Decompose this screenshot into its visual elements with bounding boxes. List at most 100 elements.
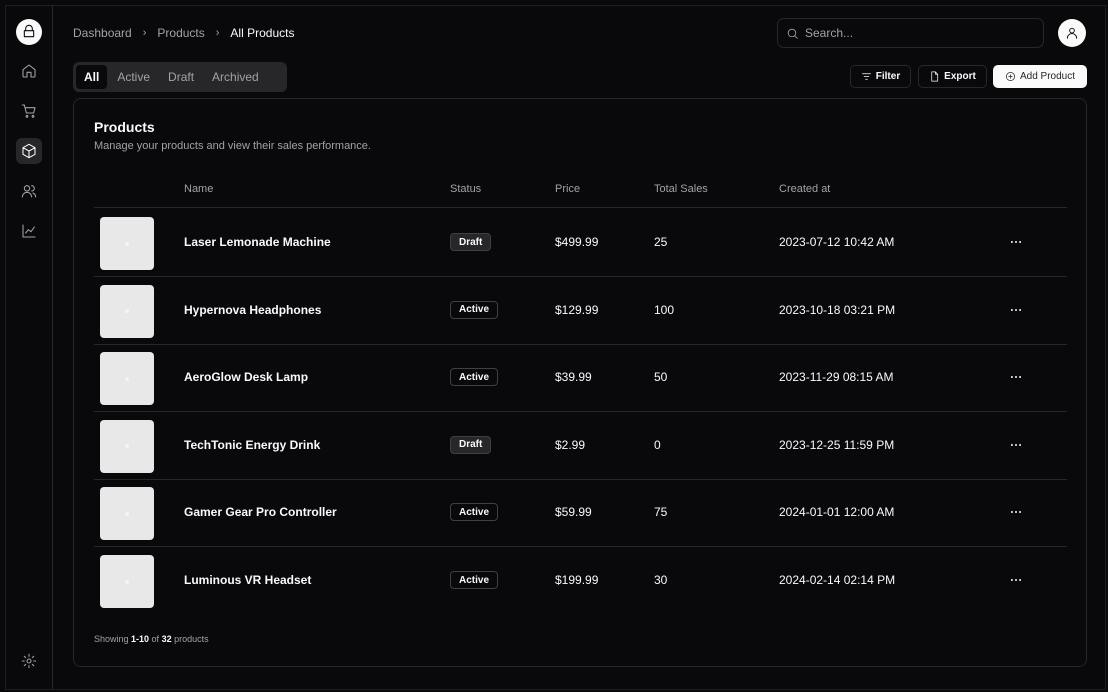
tab-archived[interactable]: Archived: [204, 65, 267, 89]
table-row[interactable]: Laser Lemonade Machine Draft $499.99 25 2023…: [94, 209, 1067, 277]
product-created-at: 2023-12-25 11:59 PM: [779, 437, 895, 452]
image-placeholder-icon: [124, 578, 130, 585]
status-badge: Active: [450, 571, 499, 589]
footer-suffix: products: [171, 634, 209, 644]
export-button[interactable]: Export: [918, 65, 987, 88]
footer-range: 1-10: [131, 634, 150, 644]
pagination-info: Showing 1-10 of 32 products: [94, 634, 209, 644]
breadcrumb: Dashboard › Products › All Products: [73, 26, 294, 40]
column-status: Status: [450, 183, 482, 195]
export-label: Export: [944, 71, 976, 82]
image-placeholder-icon: [124, 308, 130, 314]
search-input[interactable]: [805, 26, 1025, 40]
nav-users-icon[interactable]: [16, 178, 42, 204]
add-product-button[interactable]: Add Product: [993, 65, 1087, 88]
status-badge: Draft: [450, 435, 492, 454]
product-image: [100, 217, 154, 270]
product-image: [100, 352, 154, 406]
table-row[interactable]: TechTonic Energy Drink Draft $2.99 0 2023-12…: [94, 412, 1067, 480]
chevron-right-icon: ›: [215, 27, 220, 39]
image-placeholder-icon: [124, 511, 130, 517]
table-row[interactable]: Gamer Gear Pro Controller Active $59.99 75 2…: [94, 479, 1067, 548]
file-icon: [931, 71, 939, 82]
more-horizontal-icon[interactable]: [1007, 436, 1025, 454]
product-created-at: 2023-11-29 08:15 AM: [779, 370, 894, 385]
product-name: TechTonic Energy Drink: [184, 437, 321, 452]
product-image: [100, 419, 154, 473]
breadcrumb-dashboard[interactable]: Dashboard: [73, 26, 132, 40]
status-badge: Active: [450, 368, 499, 387]
filter-icon: [861, 73, 871, 80]
status-tabs: All Active Draft Archived: [73, 62, 287, 92]
product-created-at: 2023-07-12 10:42 AM: [779, 235, 895, 249]
image-placeholder-icon: [124, 375, 130, 382]
column-name: Name: [184, 183, 214, 195]
product-image: [100, 487, 154, 541]
breadcrumb-all-products: All Products: [230, 26, 295, 40]
table-row[interactable]: Luminous VR Headset Active $199.99 30 2024-0…: [94, 547, 1067, 615]
table-row[interactable]: AeroGlow Desk Lamp Active $39.99 50 2023-11-…: [94, 344, 1067, 413]
product-sales: 50: [654, 370, 668, 385]
tab-draft[interactable]: Draft: [160, 65, 202, 89]
add-product-label: Add Product: [1019, 71, 1076, 82]
more-horizontal-icon[interactable]: [1007, 503, 1025, 521]
filter-label: Filter: [875, 71, 901, 82]
table-row[interactable]: Hypernova Headphones Active $129.99 100 2023…: [94, 277, 1067, 345]
column-price: Price: [555, 183, 581, 195]
nav-cart-icon[interactable]: [16, 98, 42, 124]
product-price: $39.99: [555, 370, 592, 385]
product-created-at: 2024-01-01 12:00 AM: [779, 505, 895, 520]
breadcrumb-products[interactable]: Products: [157, 26, 204, 40]
search-box[interactable]: [777, 18, 1044, 48]
products-card: Products Manage your products and view t…: [73, 98, 1087, 667]
product-price: $59.99: [555, 505, 592, 520]
product-sales: 30: [654, 573, 668, 587]
product-price: $499.99: [555, 235, 599, 249]
filter-button[interactable]: Filter: [850, 65, 911, 88]
more-horizontal-icon[interactable]: [1007, 233, 1025, 251]
product-image: [100, 555, 154, 608]
nav-settings-icon[interactable]: [16, 648, 42, 674]
product-price: $199.99: [555, 573, 599, 587]
store-logo-icon[interactable]: [16, 19, 42, 45]
product-sales: 25: [654, 235, 668, 249]
tab-active[interactable]: Active: [109, 65, 158, 89]
product-created-at: 2024-02-14 02:14 PM: [779, 573, 896, 587]
more-horizontal-icon[interactable]: [1007, 301, 1025, 319]
card-description: Manage your products and view their sale…: [94, 140, 371, 152]
status-badge: Draft: [450, 233, 492, 251]
image-placeholder-icon: [124, 240, 130, 247]
column-total-sales: Total Sales: [654, 183, 708, 195]
product-created-at: 2023-10-18 03:21 PM: [779, 302, 896, 317]
nav-package-icon[interactable]: [16, 138, 42, 164]
table-header: Name Status Price Total Sales Created at: [94, 180, 1067, 208]
footer-prefix: Showing: [94, 634, 132, 644]
tab-all[interactable]: All: [76, 65, 108, 89]
user-icon: [1066, 27, 1078, 39]
nav-line-chart-icon[interactable]: [16, 218, 42, 244]
more-horizontal-icon[interactable]: [1007, 368, 1025, 386]
status-badge: Active: [450, 300, 499, 319]
user-avatar[interactable]: [1058, 19, 1086, 47]
product-sales: 0: [654, 437, 661, 452]
chevron-right-icon: ›: [142, 27, 147, 39]
card-title: Products: [94, 119, 155, 135]
product-sales: 100: [654, 302, 675, 317]
product-name: Luminous VR Headset: [184, 573, 312, 587]
footer-total: 32: [161, 634, 172, 644]
status-badge: Active: [450, 503, 499, 522]
image-placeholder-icon: [124, 443, 130, 450]
more-horizontal-icon[interactable]: [1007, 571, 1025, 589]
sidebar: [5, 5, 53, 690]
column-created-at: Created at: [779, 183, 831, 195]
product-name: Hypernova Headphones: [184, 302, 322, 317]
plus-circle-icon: [1005, 72, 1015, 81]
product-price: $129.99: [555, 302, 599, 317]
nav-home-icon[interactable]: [16, 58, 42, 84]
product-name: AeroGlow Desk Lamp: [184, 370, 309, 385]
product-name: Gamer Gear Pro Controller: [184, 505, 337, 520]
footer-middle: of: [149, 634, 162, 644]
search-icon: [787, 28, 798, 39]
product-image: [100, 284, 154, 338]
product-name: Laser Lemonade Machine: [184, 235, 331, 249]
